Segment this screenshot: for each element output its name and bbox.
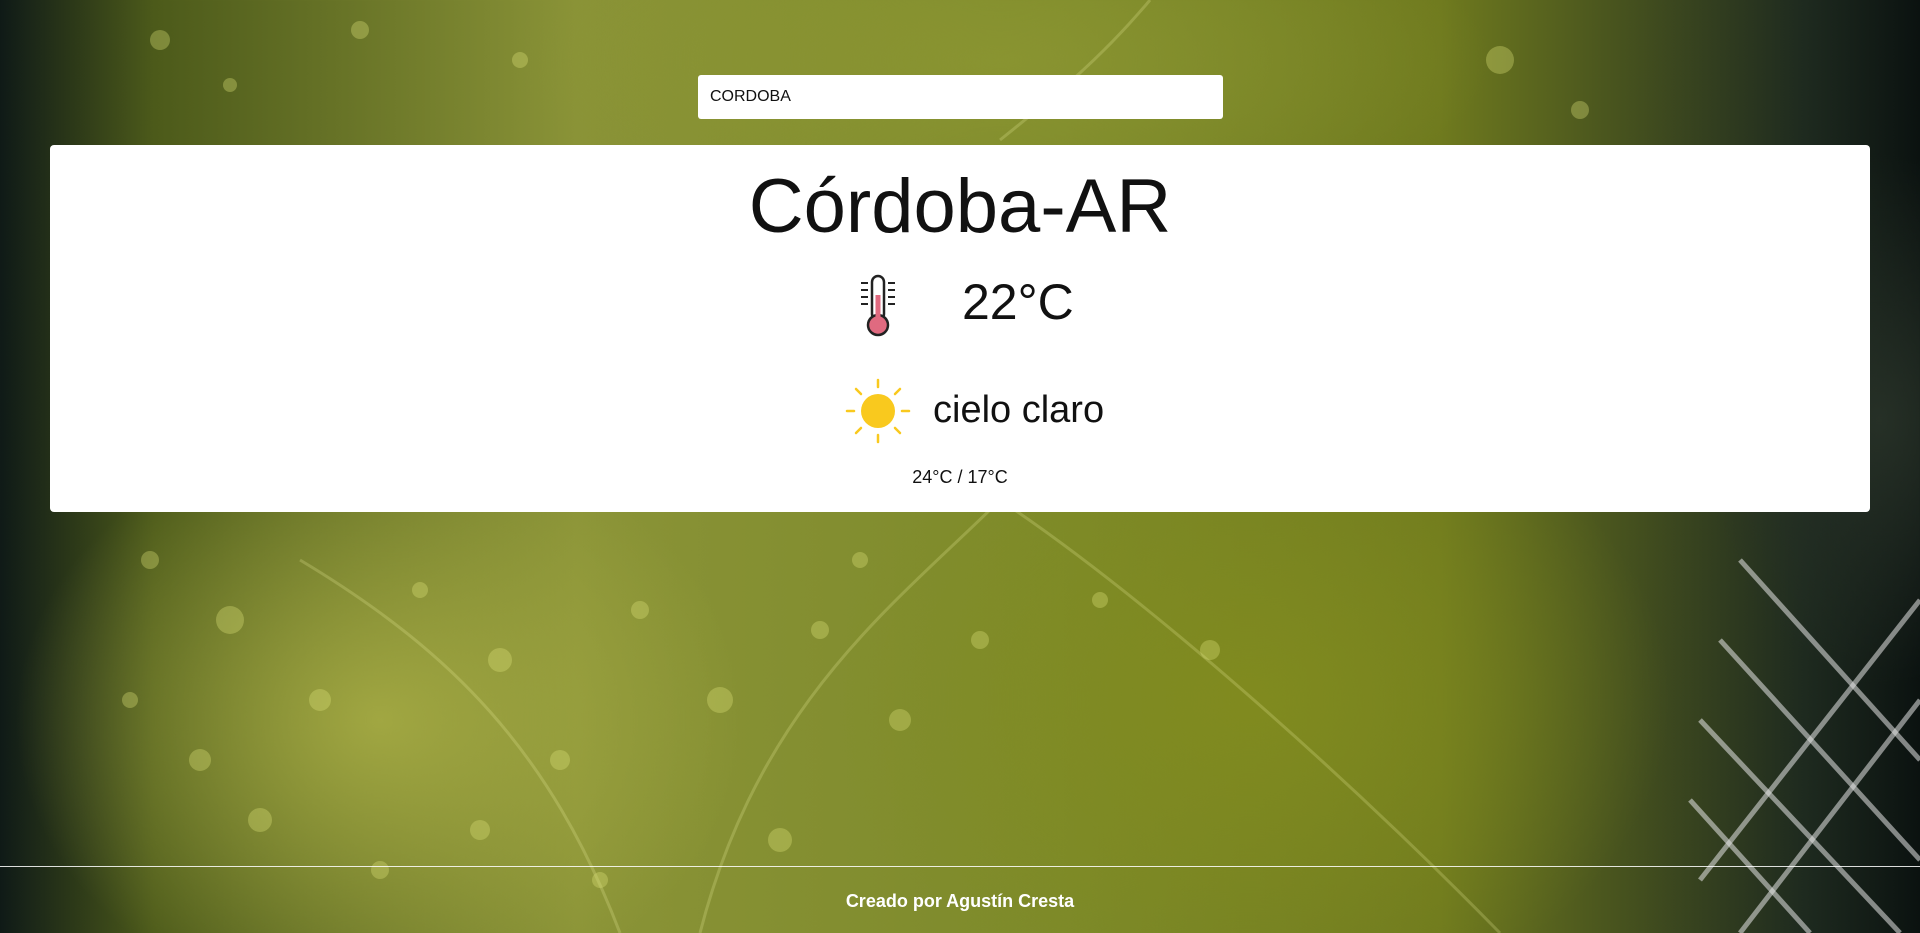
temperature-row: 22°C: [50, 269, 1870, 339]
condition-row: cielo claro: [50, 377, 1870, 447]
weather-description: cielo claro: [933, 389, 1105, 431]
search-bar: [698, 75, 1223, 119]
min-max-temperature: 24°C / 17°C: [912, 467, 1008, 487]
footer-credit: Creado por Agustín Cresta: [845, 891, 1075, 911]
current-temperature: 22°C: [962, 274, 1074, 330]
city-name: Córdoba-AR: [748, 164, 1172, 249]
footer: Creado por Agustín Cresta: [0, 866, 1920, 933]
weather-card: Córdoba-AR 22°C cielo claro 24°C / 17°C: [50, 145, 1870, 512]
sun-icon: [844, 377, 912, 445]
thermometer-icon: [853, 273, 903, 339]
city-search-input[interactable]: [698, 75, 1223, 119]
